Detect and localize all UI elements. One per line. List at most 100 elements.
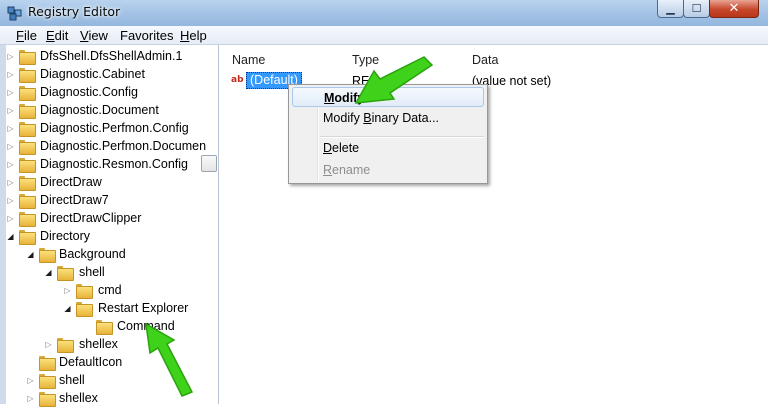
close-icon: ✕ [728,1,740,16]
tree-item[interactable]: ▷ Diagnostic.Perfmon.Config [6,120,206,138]
menu-help[interactable]: Help [180,28,207,43]
menu-edit-label: dit [54,28,69,43]
tree-item[interactable]: ▷ DirectDraw [6,174,206,192]
menu-file-accel: F [16,28,24,43]
expand-icon[interactable]: ▷ [6,160,15,169]
expand-icon[interactable]: ▷ [6,124,15,133]
expand-icon[interactable]: ▷ [6,178,15,187]
tree-item[interactable]: ◢ Directory [6,228,206,246]
tree-item-label: DfsShell.DfsShellAdmin.1 [40,49,183,63]
tree-item[interactable]: ▷ cmd [6,282,206,300]
menu-file-label: ile [23,28,37,43]
minimize-icon: ▁ [666,2,675,15]
tree-item-label: cmd [98,283,122,297]
folder-icon [57,338,74,353]
folder-icon [19,122,36,137]
minimize-button[interactable]: ▁ [657,0,684,18]
column-header-name[interactable]: Name [232,53,265,67]
tree-item-label: Diagnostic.Config [40,85,138,99]
tree-item[interactable]: ▷ DfsShell.DfsShellAdmin.1 [6,48,206,66]
tree-item[interactable]: ▷ DirectDrawClipper [6,210,206,228]
expand-icon[interactable]: ▷ [6,70,15,79]
menu-item-rename: Rename [292,160,484,180]
collapse-icon[interactable]: ◢ [26,250,35,259]
menu-item-modify-binary-label: inary Data... [371,111,440,125]
menu-item-delete-accel: D [323,141,333,155]
tree-item[interactable]: ▷ Diagnostic.Resmon.Config [6,156,206,174]
folder-icon [19,68,36,83]
folder-icon [39,374,56,389]
maximize-button[interactable]: ☐ [683,0,710,18]
folder-icon [19,212,36,227]
close-button[interactable]: ✕ [709,0,759,18]
folder-open-icon [76,302,93,317]
tree-item[interactable]: ▷ Diagnostic.Perfmon.Documen [6,138,206,156]
collapse-icon[interactable]: ◢ [6,232,15,241]
tree-item-label: Directory [40,229,91,243]
expand-icon[interactable]: ▷ [6,88,15,97]
tree-item[interactable]: ▷ Diagnostic.Document [6,102,206,120]
expand-icon[interactable]: ▷ [6,142,15,151]
expand-icon[interactable]: ▷ [63,286,72,295]
tree-item-label: shellex [59,391,98,405]
folder-open-icon [57,266,74,281]
menu-item-modify-binary-prefix: Modify [323,111,364,125]
expand-icon[interactable]: ▷ [6,196,15,205]
tree-item-label: DirectDrawClipper [40,211,142,225]
menu-favorites-label: Favorites [120,28,174,43]
folder-icon [96,320,113,335]
collapse-icon[interactable]: ◢ [44,268,53,277]
folder-icon [19,176,36,191]
folder-icon [19,158,36,173]
menu-item-delete[interactable]: Delete [292,138,484,158]
expand-icon[interactable]: ▷ [26,394,35,403]
tree-item-label: Diagnostic.Cabinet [40,67,145,81]
tree-item-label: DirectDraw7 [40,193,109,207]
menu-item-modify-binary[interactable]: Modify Binary Data... [292,108,484,128]
tree-item-label: DefaultIcon [59,355,123,369]
menu-favorites[interactable]: Favorites [120,28,173,43]
folder-icon [19,86,36,101]
folder-open-icon [39,248,56,263]
tree-item-label: Diagnostic.Document [40,103,159,117]
menu-edit[interactable]: Edit [46,28,68,43]
tree-item[interactable]: ◢ shell [6,264,206,282]
tree-item[interactable]: ▷ Diagnostic.Cabinet [6,66,206,84]
menu-help-label: elp [189,28,207,43]
folder-icon [19,140,36,155]
tree-item[interactable]: ◢ Restart Explorer [6,300,206,318]
tree-item-label: DirectDraw [40,175,102,189]
tree-item-label: Diagnostic.Resmon.Config [40,157,188,171]
menu-item-modify-accel: M [324,91,335,105]
tree-item[interactable]: ▷ Diagnostic.Config [6,84,206,102]
title-bar: Registry Editor ▁ ☐ ✕ [0,0,768,26]
string-value-icon: ab [231,75,244,85]
menu-view[interactable]: View [80,28,108,43]
folder-icon [39,356,56,371]
menu-item-delete-label: elete [332,141,360,155]
menu-item-modify-binary-accel: B [363,111,372,125]
folder-icon [39,392,56,407]
expand-icon[interactable]: ▷ [26,376,35,385]
expand-icon[interactable]: ▷ [6,106,15,115]
expand-icon[interactable]: ▷ [6,214,15,223]
window-title: Registry Editor [28,4,121,19]
collapse-icon[interactable]: ◢ [63,304,72,313]
arrow-to-modify-icon [354,56,434,104]
expand-icon[interactable]: ▷ [44,340,53,349]
tree-item-label: Diagnostic.Perfmon.Config [40,121,189,135]
folder-icon [19,50,36,65]
arrow-to-command-icon [145,322,194,397]
registry-editor-icon [7,6,22,21]
tree-item-label: shell [59,373,85,387]
menu-bar: File Edit View Favorites Help [0,26,768,45]
menu-file[interactable]: File [16,28,37,43]
expand-icon[interactable]: ▷ [6,52,15,61]
menu-item-rename-label: ename [332,163,371,177]
folder-open-icon [19,230,36,245]
column-header-data[interactable]: Data [472,53,498,67]
menu-edit-accel: E [46,28,55,43]
tree-scrollbar-thumb[interactable] [201,155,217,172]
tree-item[interactable]: ◢ Background [6,246,206,264]
tree-item[interactable]: ▷ DirectDraw7 [6,192,206,210]
